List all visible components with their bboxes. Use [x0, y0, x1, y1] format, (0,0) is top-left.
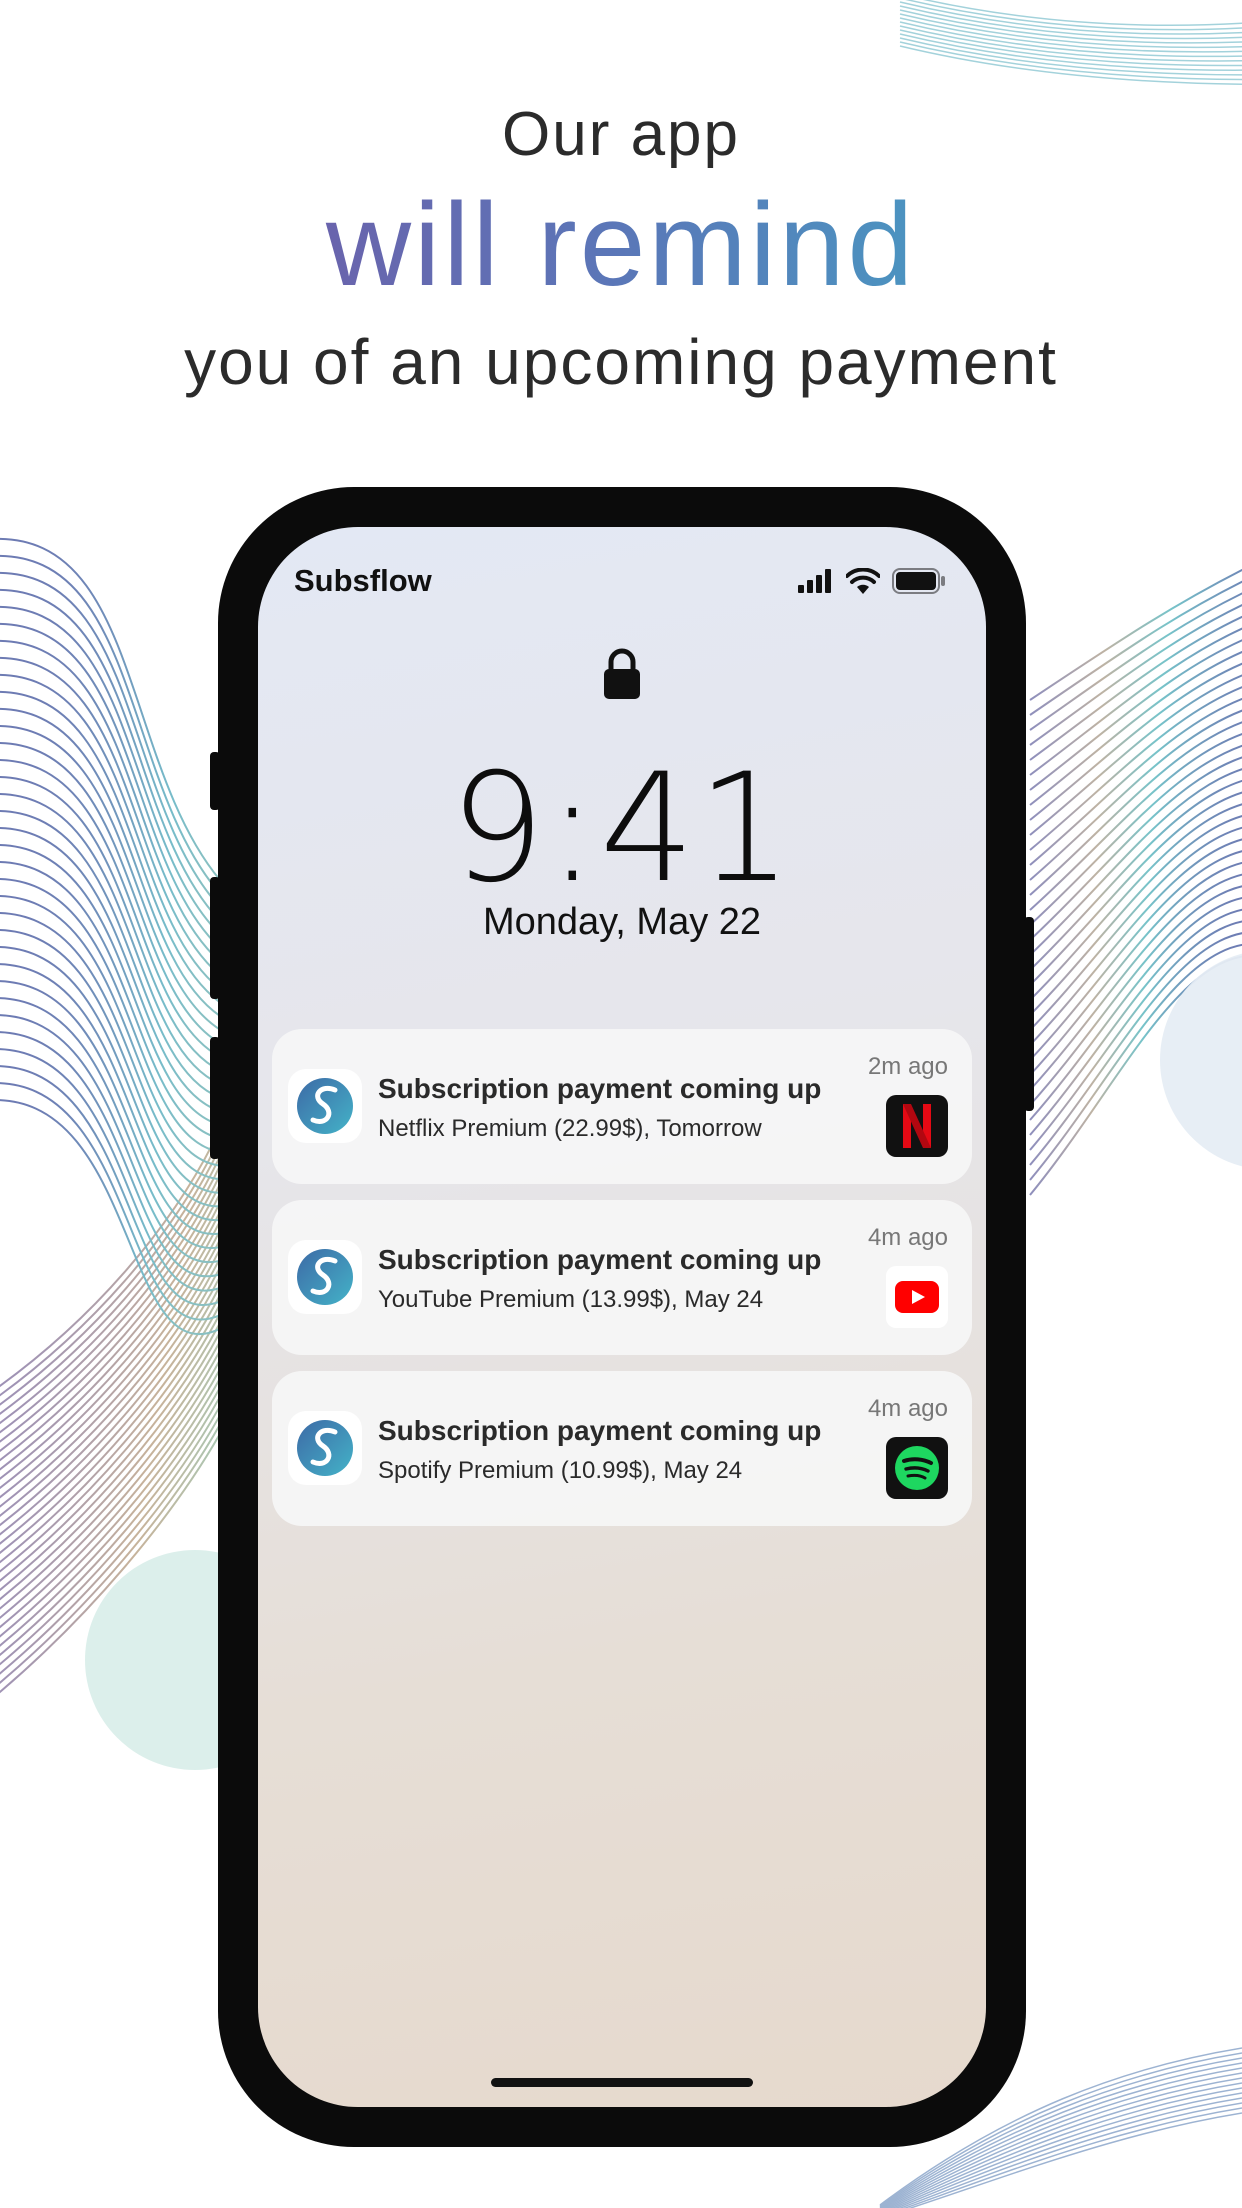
lock-screen: Subsflow 9:41 Monday, May 22 Subscriptio…	[258, 527, 986, 2107]
lock-screen-date: Monday, May 22	[482, 901, 762, 943]
spotify-icon	[886, 1437, 948, 1499]
wifi-icon	[846, 568, 880, 594]
notification-title: Subscription payment coming up	[378, 1244, 822, 1275]
signal-icon	[798, 569, 831, 593]
headline-line3: you of an upcoming payment	[184, 326, 1058, 398]
headline-line1: Our app	[501, 100, 741, 169]
status-icons	[798, 567, 946, 595]
phone-frame: Subsflow 9:41 Monday, May 22 Subscriptio…	[210, 487, 1034, 2147]
notification-title: Subscription payment coming up	[378, 1415, 822, 1446]
notification-card[interactable]: Subscription payment coming up YouTube P…	[272, 1200, 972, 1355]
youtube-icon	[886, 1266, 948, 1328]
netflix-icon	[886, 1095, 948, 1157]
notification-time: 4m ago	[867, 1224, 948, 1251]
side-button-power	[1024, 917, 1034, 1111]
headline-line2: will remind	[0, 175, 1242, 315]
subsflow-app-icon	[288, 1069, 362, 1143]
notification-card[interactable]: Subscription payment coming up Netflix P…	[272, 1029, 972, 1184]
notification-title: Subscription payment coming up	[378, 1073, 822, 1104]
lock-screen-time: 9:41	[449, 742, 795, 916]
headline: Our app will remind you of an upcoming p…	[0, 95, 1242, 404]
notification-time: 4m ago	[867, 1395, 948, 1422]
notification-time: 2m ago	[867, 1053, 948, 1080]
lock-icon	[604, 648, 640, 699]
side-button-volume-down	[210, 1037, 220, 1159]
side-button-volume-up	[210, 877, 220, 999]
notification-body: Netflix Premium (22.99$), Tomorrow	[378, 1115, 762, 1142]
decor-circle-right	[1160, 953, 1242, 1167]
notification-body: Spotify Premium (10.99$), May 24	[378, 1457, 743, 1484]
subsflow-app-icon	[288, 1240, 362, 1314]
notification-body: YouTube Premium (13.99$), May 24	[378, 1286, 764, 1313]
notification-card[interactable]: Subscription payment coming up Spotify P…	[272, 1371, 972, 1526]
battery-icon	[892, 568, 945, 594]
side-button-silent	[210, 752, 220, 810]
status-carrier: Subsflow	[294, 563, 432, 598]
home-indicator[interactable]	[491, 2078, 753, 2087]
subsflow-app-icon	[288, 1411, 362, 1485]
